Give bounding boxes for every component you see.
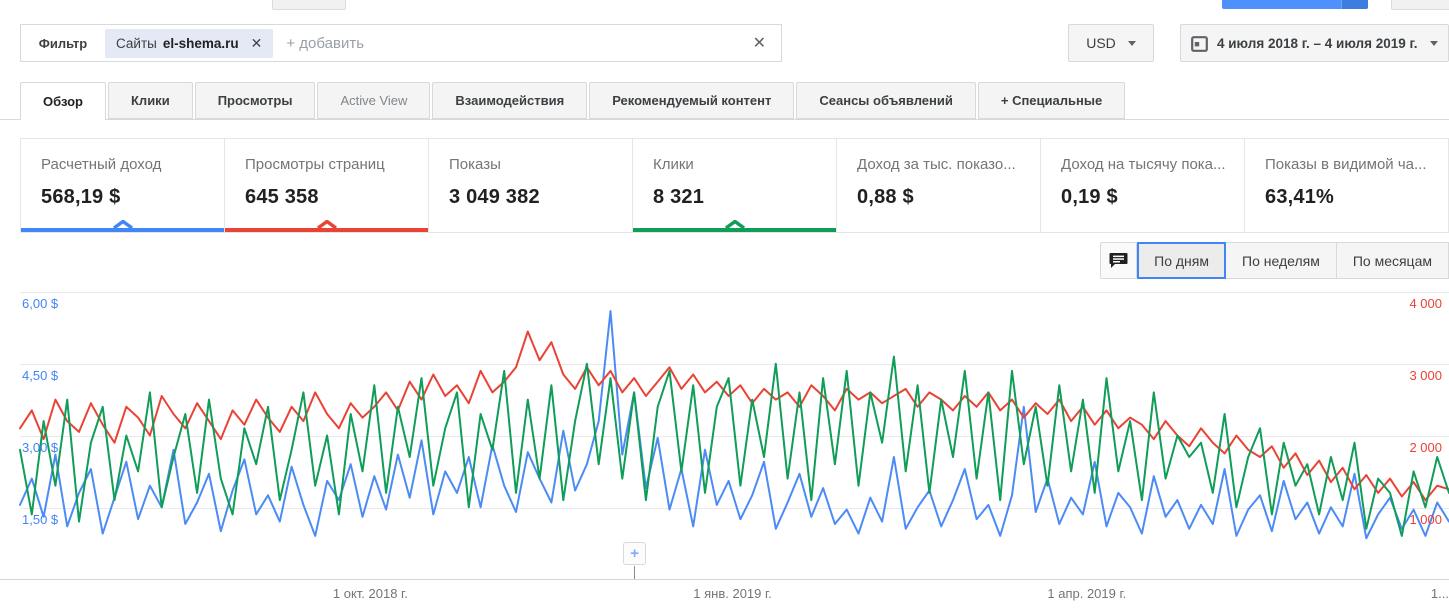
series-line-clicks [19,355,1449,537]
y-axis-label-left: 4,50 $ [22,368,59,383]
metric-card-rpm[interactable]: Доход за тыс. показо... 0,88 $ [836,138,1041,233]
y-axis-label-left: 3,00 $ [22,440,59,455]
card-label: Расчетный доход [41,156,162,173]
report-tabs: Обзор Клики Просмотры Active View Взаимодейс… [20,82,1126,120]
cut-button-top-center[interactable] [272,0,346,10]
date-range-picker[interactable]: 4 июля 2018 г. – 4 июля 2019 г. [1180,24,1449,62]
line-chart [19,310,1449,540]
series-line-page-views [19,330,1449,502]
x-axis-label: 1 янв. 2019 г. [693,586,772,601]
card-label: Доход на тысячу пока... [1061,156,1226,173]
caret-down-icon [1430,40,1438,46]
card-label: Показы [449,156,501,173]
tab-prosmotry[interactable]: Просмотры [194,82,316,119]
caret-down-icon [1127,40,1136,46]
primary-action-button-cut[interactable] [1222,0,1368,9]
card-value: 63,41% [1265,186,1335,208]
date-range-value: 4 июля 2018 г. – 4 июля 2019 г. [1217,35,1418,51]
card-value: 645 358 [245,186,319,208]
chip-remove-icon[interactable]: ✕ [251,35,263,52]
x-axis-baseline [0,579,1449,580]
y-axis-label-left: 6,00 $ [22,296,59,311]
granularity-toggle: По дням По неделям По месяцам [1137,242,1449,279]
y-axis-label-right: 1 000 [1409,512,1442,527]
filter-chip-site: el-shema.ru [162,35,239,51]
filter-label: Фильтр [38,35,88,51]
metric-card-viewability[interactable]: Показы в видимой ча... 63,41% [1244,138,1449,233]
y-axis-label-right: 3 000 [1409,368,1442,383]
x-axis-label: 1 окт. 2018 г. [332,586,408,601]
card-value: 0,88 $ [857,186,914,208]
metric-cards: Расчетный доход 568,19 $ Просмотры страниц… [20,138,1449,233]
card-value: 568,19 $ [41,186,121,208]
metric-card-impression-rpm[interactable]: Доход на тысячу пока... 0,19 $ [1040,138,1245,233]
currency-value: USD [1086,35,1116,51]
card-value: 3 049 382 [449,186,540,208]
metric-card-clicks[interactable]: Клики 8 321 [632,138,837,233]
comment-button[interactable] [1100,242,1137,279]
x-axis-label: 1 апр. 2019 г. [1047,586,1127,601]
site-filter-chip[interactable]: Сайты el-shema.ru ✕ [105,28,274,58]
card-label: Просмотры страниц [245,156,385,173]
calendar-icon [1191,35,1208,52]
currency-select[interactable]: USD [1068,24,1154,62]
card-label: Клики [653,156,694,173]
card-accent-caret-icon [724,220,745,229]
tab-spetsialnye[interactable]: + Специальные [977,82,1126,119]
x-axis-label: 1... [1430,586,1449,601]
granularity-po-nedelyam[interactable]: По неделям [1225,242,1337,279]
tab-kliki[interactable]: Клики [108,82,193,119]
cut-button-top-right[interactable] [1391,0,1449,10]
filter-clear-icon[interactable]: ✕ [753,33,766,53]
adsense-report-page: { "colors": {"blue": "#4285f4", "red": "… [0,0,1449,610]
annotation-stem [634,566,636,579]
granularity-po-mesyatsam[interactable]: По месяцам [1335,242,1449,279]
card-accent-caret-icon [112,220,133,229]
card-label: Показы в видимой ча... [1265,156,1427,173]
filter-bar: Фильтр Сайты el-shema.ru ✕ + добавить ✕ [20,24,782,62]
comment-icon [1109,253,1128,268]
card-value: 0,19 $ [1061,186,1118,208]
y-axis-label-right: 4 000 [1409,296,1442,311]
tab-active-view[interactable]: Active View [317,82,431,119]
primary-action-dropdown-cut[interactable] [1341,0,1368,9]
card-value: 8 321 [653,186,705,208]
granularity-po-dnyam[interactable]: По дням [1137,242,1226,279]
tab-seansy-obyavleniy[interactable]: Сеансы объявлений [796,82,976,119]
tab-vzaimodeystviya[interactable]: Взаимодействия [432,82,588,119]
y-axis-label-left: 1,50 $ [22,512,59,527]
metric-card-page-views[interactable]: Просмотры страниц 645 358 [224,138,429,233]
y-axis-label-right: 2 000 [1409,440,1442,455]
tab-rekomenduemy-kontent[interactable]: Рекомендуемый контент [589,82,795,119]
filter-chip-prefix: Сайты [116,35,157,51]
metric-card-estimated-earnings[interactable]: Расчетный доход 568,19 $ [20,138,225,233]
card-accent-caret-icon [316,220,337,229]
annotation-plus-button[interactable]: + [623,542,647,565]
tab-obzor[interactable]: Обзор [20,82,106,120]
filter-add-input[interactable]: + добавить [286,35,752,52]
card-label: Доход за тыс. показо... [857,156,1016,173]
metric-card-impressions[interactable]: Показы 3 049 382 [428,138,633,233]
